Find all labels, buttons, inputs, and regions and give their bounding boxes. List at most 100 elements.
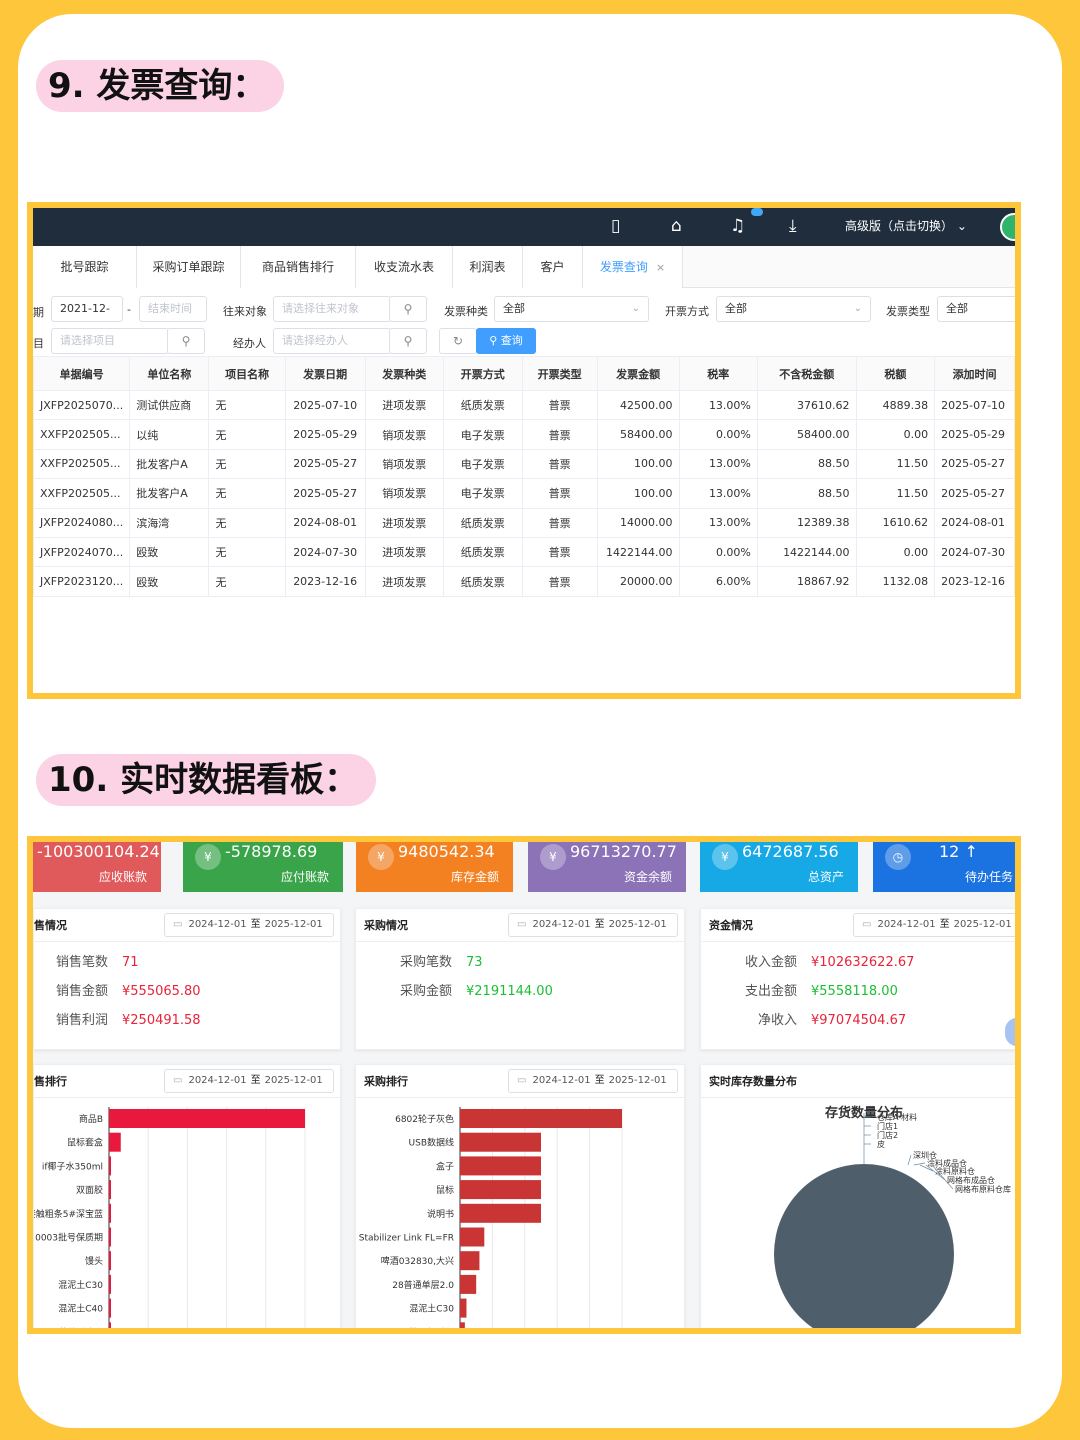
range-start: 2024-12-01 — [532, 919, 591, 930]
funds-panel-title: 资金情况 — [709, 919, 753, 932]
tablet-icon[interactable]: ▯ — [611, 214, 620, 238]
bar[interactable] — [460, 1156, 541, 1176]
column-header[interactable]: 税额 — [855, 356, 936, 391]
bar[interactable] — [460, 1251, 480, 1271]
stat-card[interactable]: ¥6472687.56 总资产 — [700, 842, 858, 892]
bar[interactable] — [460, 1227, 485, 1247]
bar[interactable] — [109, 1251, 111, 1271]
column-header[interactable]: 添加时间 — [934, 356, 1015, 391]
bar[interactable] — [109, 1203, 111, 1223]
stat-card[interactable]: -100300104.24 应收账款 — [33, 842, 161, 892]
column-header[interactable]: 单位名称 — [129, 356, 210, 391]
tab-cash-flow[interactable]: 收支流水表 — [356, 246, 453, 288]
start-date-input[interactable]: 2021-12-01 — [51, 296, 123, 339]
method-label: 开票方式 — [665, 305, 709, 318]
partner-search-button[interactable]: ⚲ — [389, 296, 427, 322]
partner-input[interactable]: 请选择往来对象 — [273, 296, 391, 322]
table-cell: 13.00% — [678, 478, 758, 509]
side-scroll-button[interactable] — [1005, 1018, 1015, 1046]
purchase-rank-date-range[interactable]: ▭ 2024-12-01 至 2025-12-01 — [508, 1069, 678, 1093]
column-header[interactable]: 单据编号 — [33, 356, 131, 391]
table-cell: 12389.38 — [756, 507, 857, 538]
pie-slice[interactable] — [774, 1164, 954, 1334]
table-row[interactable]: JXFP2024070... 殴致无 2024-07-30 进项发票 纸质发票 普票 142… — [33, 536, 1015, 568]
table-row[interactable]: XXFP202505... 以纯无 2025-05-29 销项发票 电子发票 普票 5840… — [33, 419, 1015, 450]
tab-sales-ranking[interactable]: 商品销售排行 — [241, 246, 356, 288]
bar[interactable] — [109, 1132, 121, 1152]
column-header[interactable]: 税率 — [678, 356, 758, 391]
tab-profit[interactable]: 利润表 — [453, 246, 523, 288]
download-icon[interactable]: ⤓ — [789, 214, 797, 238]
stat-card[interactable]: ◷ 12 ↑ 待办任务 — [873, 842, 1015, 892]
range-sep: 至 — [250, 919, 261, 930]
column-header[interactable]: 不含税金额 — [756, 356, 857, 391]
bar[interactable] — [109, 1298, 111, 1318]
bar[interactable] — [109, 1109, 305, 1128]
sales-rank-date-range[interactable]: ▭ 2024-12-01 至 2025-12-01 — [164, 1069, 334, 1093]
sales-rank-chart: 商品B 鼠标套盒 if椰子水350ml 双面胶接触粗条5#深宝蓝 0003批号保质期馒头… — [34, 1107, 306, 1334]
version-switch[interactable]: 高级版（点击切换） ⌄ — [845, 217, 967, 234]
table-row[interactable]: JXFP2023120... 殴致无 2023-12-16 进项发票 纸质发票 普票 200… — [33, 566, 1015, 597]
bar[interactable] — [109, 1156, 111, 1176]
bar[interactable] — [460, 1180, 541, 1200]
range-start: 2024-12-01 — [532, 1075, 591, 1086]
tab-batch-tracking[interactable]: 批号跟踪 — [33, 246, 137, 288]
bar[interactable] — [460, 1298, 467, 1318]
table-row[interactable]: JXFP2024080... 滨海湾无 2024-08-01 进项发票 纸质发票 普票 14… — [33, 507, 1015, 538]
bar[interactable] — [460, 1109, 622, 1128]
handler-search-button[interactable]: ⚲ — [389, 328, 427, 354]
project-input[interactable]: 请选择项目 — [51, 328, 169, 354]
tab-purchase-order-tracking[interactable]: 采购订单跟踪 — [137, 246, 241, 288]
column-header[interactable]: 发票金额 — [596, 356, 680, 391]
table-row[interactable]: JXFP2025070... 测试供应商无 2025-07-10 进项发票 纸质发票 普票… — [33, 389, 1015, 421]
tab-customer[interactable]: 客户 — [523, 246, 583, 288]
table-row[interactable]: XXFP202505... 批发客户A 无 2025-05-27 销项发票 电子发票 普票 1… — [33, 478, 1015, 509]
method-select[interactable]: 全部 ⌄ — [716, 296, 871, 322]
table-cell: 普票 — [521, 566, 598, 597]
home-icon[interactable]: ⌂ — [671, 214, 682, 238]
bar[interactable] — [109, 1322, 111, 1334]
stat-card[interactable]: ¥ -578978.69 应付账款 — [183, 842, 343, 892]
funds-date-range[interactable]: ▭ 2024-12-01 至 2025-12-01 — [853, 913, 1015, 937]
sales-date-range[interactable]: ▭ 2024-12-01 至 2025-12-01 — [164, 913, 334, 937]
bar[interactable] — [460, 1322, 465, 1334]
pie-label: 门店2 — [877, 1130, 898, 1140]
close-icon[interactable]: × — [656, 261, 665, 274]
table-cell: 88.50 — [756, 478, 857, 509]
kind-select[interactable]: 全部 ⌄ — [494, 296, 649, 322]
stat-card[interactable]: ¥9480542.34 库存金额 — [356, 842, 513, 892]
range-sep: 至 — [939, 919, 950, 930]
tab-invoice-query[interactable]: 发票查询 × — [583, 246, 683, 288]
bar[interactable] — [460, 1274, 477, 1294]
bar[interactable] — [109, 1180, 111, 1200]
table-cell: 20000.00 — [596, 566, 680, 597]
stat-card[interactable]: ¥96713270.77 资金余额 — [528, 842, 686, 892]
table-cell: 11.50 — [855, 478, 936, 509]
logo — [1000, 213, 1015, 241]
pie-label: 仓库A-材料 — [877, 1112, 917, 1122]
column-header[interactable]: 发票日期 — [284, 356, 366, 391]
query-button[interactable]: ⚲ 查询 — [476, 328, 536, 354]
project-search-button[interactable]: ⚲ — [167, 328, 205, 354]
column-header[interactable]: 发票种类 — [364, 356, 445, 391]
column-header[interactable]: 开票类型 — [521, 356, 598, 391]
bar[interactable] — [109, 1227, 111, 1247]
purchase-date-range[interactable]: ▭ 2024-12-01 至 2025-12-01 — [508, 913, 678, 937]
bar[interactable] — [460, 1132, 541, 1152]
table-cell: 进项发票 — [364, 566, 445, 597]
table-row[interactable]: XXFP202505... 批发客户A 无 2025-05-27 销项发票 电子发票 普票 1… — [33, 448, 1015, 480]
handler-input[interactable]: 请选择经办人 — [273, 328, 391, 354]
column-header[interactable]: 项目名称 — [208, 356, 286, 391]
bar[interactable] — [109, 1274, 111, 1294]
reset-button[interactable]: ↻ — [439, 328, 477, 354]
sales-panel: 售情况 ▭ 2024-12-01 至 2025-12-01 销售笔数 71 销售金额 ¥5… — [33, 908, 341, 1050]
column-header[interactable]: 开票方式 — [443, 356, 523, 391]
bar[interactable] — [460, 1203, 541, 1223]
type-select[interactable]: 全部 — [937, 296, 1015, 322]
table-cell: 普票 — [521, 448, 598, 480]
table-cell: 2023-12-16 — [934, 566, 1015, 597]
bell-icon[interactable]: ♫ — [730, 214, 745, 238]
method-value: 全部 — [725, 302, 747, 315]
table-cell: 测试供应商 — [129, 389, 210, 421]
end-date-input[interactable]: 结束时间 — [139, 296, 207, 322]
